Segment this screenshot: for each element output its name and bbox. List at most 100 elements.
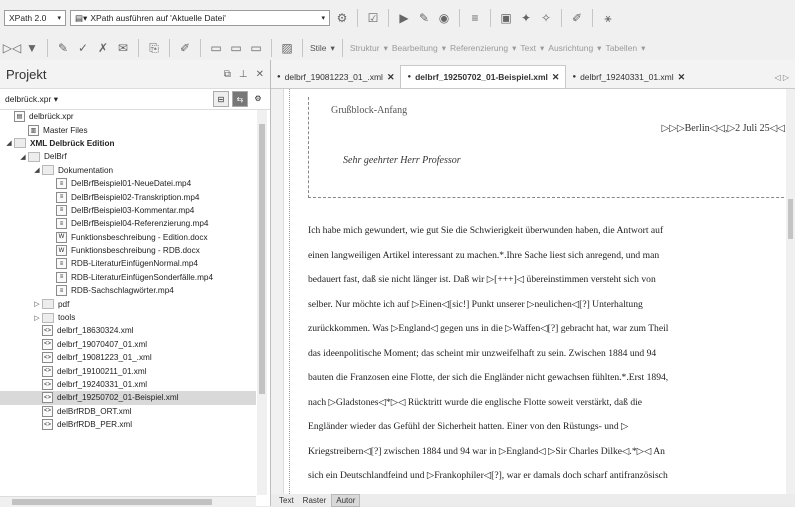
xpath-version-select[interactable]: XPath 2.0 ▾ bbox=[4, 10, 66, 26]
note-edit-icon[interactable]: ▭ bbox=[228, 40, 244, 56]
text-line[interactable]: bedauert fast, daß sie nicht länger ist.… bbox=[308, 268, 784, 293]
tags-display-icon[interactable]: ▷◁ bbox=[3, 40, 21, 56]
image-icon[interactable]: ▨ bbox=[279, 40, 295, 56]
text-line[interactable]: zurückkommen. Was ▷England◁ gegen uns in… bbox=[308, 317, 784, 342]
link-editor-icon[interactable]: ⇆ bbox=[232, 91, 248, 107]
track-changes-icon[interactable]: ✎ bbox=[55, 40, 71, 56]
tree-item[interactable]: ≡ DelBrfBeispiel01-NeueDatei.mp4 bbox=[0, 177, 256, 190]
text-line[interactable]: nach ▷Gladstones◁*▷◁ Rücktritt wurde die… bbox=[308, 391, 784, 416]
comment-icon[interactable]: ✉ bbox=[115, 40, 131, 56]
tree-item[interactable]: <> delbrf_19250702_01-Beispiel.xml bbox=[0, 391, 256, 405]
tree-item[interactable]: <> delbrf_19240331_01.xml bbox=[0, 378, 256, 391]
menu-struktur[interactable]: Struktur bbox=[350, 43, 380, 53]
note-remove-icon[interactable]: ▭ bbox=[248, 40, 264, 56]
tree-item[interactable]: ▥ Master Files bbox=[0, 123, 256, 136]
expand-arrow-icon[interactable]: ▷ bbox=[32, 300, 42, 308]
xslt-icon[interactable]: ✦ bbox=[518, 10, 534, 26]
tab-scroll-arrows-icon[interactable]: ◁ ▷ bbox=[774, 73, 795, 88]
salutation[interactable]: Sehr geehrter Herr Professor bbox=[343, 155, 461, 166]
editor-tab[interactable]: ● delbrf_19240331_01.xml ✕ bbox=[566, 66, 691, 88]
close-tab-icon[interactable]: ✕ bbox=[678, 72, 686, 83]
tree-horizontal-scrollbar[interactable] bbox=[0, 496, 256, 507]
settings-icon[interactable]: ⚙ bbox=[334, 10, 350, 26]
letter-body[interactable]: Ich habe mich gewundert, wie gut Sie die… bbox=[308, 219, 784, 489]
author-editor[interactable]: Grußblock-Anfang ▷▷▷Berlin◁◁,▷2 Juli 25◁… bbox=[271, 89, 795, 494]
tree-vertical-scrollbar[interactable] bbox=[257, 110, 267, 495]
scrollbar-thumb[interactable] bbox=[12, 499, 212, 505]
tree-item[interactable]: ≡ DelBrfBeispiel02-Transkription.mp4 bbox=[0, 190, 256, 203]
tree-item[interactable]: ▤ delbrück.xpr bbox=[0, 110, 256, 123]
note-icon[interactable]: ▭ bbox=[208, 40, 224, 56]
mode-tab[interactable]: Autor bbox=[331, 493, 361, 507]
text-line[interactable]: einen langweiligen Artikel interessant z… bbox=[308, 244, 784, 269]
close-tab-icon[interactable]: ✕ bbox=[552, 72, 560, 83]
configure-transform-icon[interactable]: ✎ bbox=[416, 10, 432, 26]
collapse-arrow-icon[interactable]: ◢ bbox=[4, 139, 14, 147]
tree-item[interactable]: <> delbrf_18630324.xml bbox=[0, 324, 256, 337]
tree-item[interactable]: W Funktionsbeschreibung - RDB.docx bbox=[0, 244, 256, 257]
tree-item[interactable]: <> delbrf_19100211_01.xml bbox=[0, 364, 256, 377]
tree-item[interactable]: <> delBrfRDB_PER.xml bbox=[0, 418, 256, 431]
tree-item[interactable]: ▷ tools bbox=[0, 311, 256, 324]
validate-icon[interactable]: ☑ bbox=[365, 10, 381, 26]
tree-item[interactable]: ≡ DelBrfBeispiel04-Referenzierung.mp4 bbox=[0, 217, 256, 230]
collapse-arrow-icon[interactable]: ◢ bbox=[32, 166, 42, 174]
close-icon[interactable]: ✕ bbox=[256, 69, 264, 80]
editor-vertical-scrollbar[interactable] bbox=[786, 89, 795, 494]
menu-stile[interactable]: Stile bbox=[310, 43, 327, 53]
format-indent-icon[interactable]: ≡ bbox=[467, 10, 483, 26]
menu-tabellen[interactable]: Tabellen bbox=[605, 43, 637, 53]
copy-icon[interactable]: ⎘ bbox=[146, 40, 162, 56]
tree-item[interactable]: ≡ DelBrfBeispiel03-Kommentar.mp4 bbox=[0, 204, 256, 217]
edit-icon[interactable]: ✐ bbox=[569, 10, 585, 26]
menu-text[interactable]: Text bbox=[520, 43, 536, 53]
pin-icon[interactable]: ⊥ bbox=[239, 69, 248, 80]
text-line[interactable]: Kriegstreibern◁[?] zwischen 1884 und 94 … bbox=[308, 440, 784, 465]
tree-item[interactable]: ◢ XML Delbrück Edition bbox=[0, 137, 256, 150]
scrollbar-thumb[interactable] bbox=[788, 199, 793, 239]
expand-arrow-icon[interactable]: ▷ bbox=[32, 314, 42, 322]
tree-item[interactable]: ◢ DelBrf bbox=[0, 150, 256, 163]
collapse-arrow-icon[interactable]: ◢ bbox=[18, 153, 28, 161]
reject-change-icon[interactable]: ✗ bbox=[95, 40, 111, 56]
tree-item[interactable]: ◢ Dokumentation bbox=[0, 164, 256, 177]
mode-tab[interactable]: Raster bbox=[299, 495, 331, 506]
text-line[interactable]: selber. Nur möchte ich auf ▷Einen◁[sic!]… bbox=[308, 293, 784, 318]
settings-icon[interactable]: ⚙ bbox=[251, 91, 265, 105]
project-file-select[interactable]: delbrück.xpr ▾ bbox=[5, 94, 58, 105]
text-line[interactable]: Ich habe mich gewundert, wie gut Sie die… bbox=[308, 219, 784, 244]
editor-tab[interactable]: ● delbrf_19250702_01-Beispiel.xml ✕ bbox=[400, 65, 567, 88]
debug-icon[interactable]: ◉ bbox=[436, 10, 452, 26]
editor-tab[interactable]: ● delbrf_19081223_01_.xml ✕ bbox=[271, 66, 400, 88]
highlight-icon[interactable]: ✐ bbox=[177, 40, 193, 56]
menu-bearbeitung[interactable]: Bearbeitung bbox=[392, 43, 438, 53]
tree-item[interactable]: <> delBrfRDB_ORT.xml bbox=[0, 405, 256, 418]
tree-item[interactable]: ▷ pdf bbox=[0, 297, 256, 310]
text-line[interactable]: Engländer wieder das Gefühl der Sicherhe… bbox=[308, 415, 784, 440]
run-transform-icon[interactable]: ▶ bbox=[396, 10, 412, 26]
mode-tab[interactable]: Text bbox=[275, 495, 298, 506]
tree-item[interactable]: <> delbrf_19081223_01_.xml bbox=[0, 351, 256, 364]
xpath-input[interactable]: ▤▾ XPath ausführen auf 'Aktuelle Datei' ▾ bbox=[70, 10, 330, 26]
tree-item[interactable]: ≡ RDB-LiteraturEinfügenSonderfälle.mp4 bbox=[0, 271, 256, 284]
accept-change-icon[interactable]: ✓ bbox=[75, 40, 91, 56]
restore-icon[interactable]: ⧉ bbox=[224, 69, 231, 80]
scrollbar-thumb[interactable] bbox=[259, 124, 265, 394]
tree-item[interactable]: <> delbrf_19070407_01.xml bbox=[0, 338, 256, 351]
profiling-icon[interactable]: ▼ bbox=[24, 40, 40, 56]
compare-icon[interactable]: ▣ bbox=[498, 10, 514, 26]
tree-item[interactable]: ≡ RDB-Sachschlagwörter.mp4 bbox=[0, 284, 256, 297]
text-line[interactable]: sich ein Deutschlandfeind und ▷Frankophi… bbox=[308, 464, 784, 489]
date-line[interactable]: ▷▷▷Berlin◁◁,▷2 Juli 25◁◁ bbox=[662, 123, 785, 134]
broom-icon[interactable]: ⚹ bbox=[600, 10, 616, 26]
collapse-all-icon[interactable]: ⊟ bbox=[213, 91, 229, 107]
text-line[interactable]: das ideenpolitische Moment; das scheint … bbox=[308, 342, 784, 367]
menu-ausrichtung[interactable]: Ausrichtung bbox=[548, 43, 593, 53]
close-tab-icon[interactable]: ✕ bbox=[387, 72, 395, 83]
tree-item[interactable]: ≡ RDB-LiteraturEinfügenNormal.mp4 bbox=[0, 257, 256, 270]
menu-referenzierung[interactable]: Referenzierung bbox=[450, 43, 508, 53]
tree-item[interactable]: W Funktionsbeschreibung - Edition.docx bbox=[0, 231, 256, 244]
greeting-block[interactable]: Grußblock-Anfang ▷▷▷Berlin◁◁,▷2 Juli 25◁… bbox=[308, 97, 795, 198]
text-line[interactable]: bauten die Franzosen eine Flotte, der si… bbox=[308, 366, 784, 391]
xquery-icon[interactable]: ✧ bbox=[538, 10, 554, 26]
